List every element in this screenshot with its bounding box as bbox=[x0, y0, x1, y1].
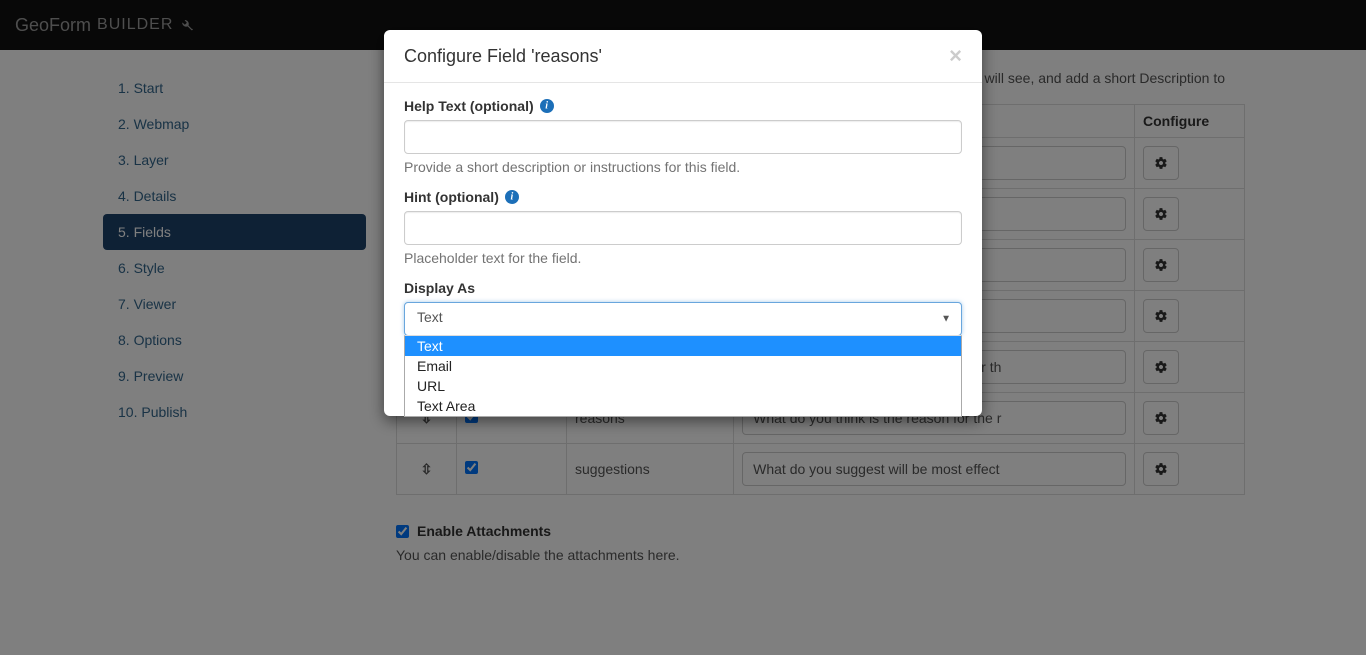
display-as-select[interactable]: Text ▼ bbox=[404, 302, 962, 336]
option-text[interactable]: Text bbox=[405, 336, 961, 356]
option-email[interactable]: Email bbox=[405, 356, 961, 376]
modal-title: Configure Field 'reasons' bbox=[404, 46, 602, 67]
chevron-down-icon: ▼ bbox=[941, 314, 951, 325]
modal-overlay[interactable]: Configure Field 'reasons' × Help Text (o… bbox=[0, 0, 1366, 655]
configure-field-modal: Configure Field 'reasons' × Help Text (o… bbox=[384, 30, 982, 416]
display-as-dropdown: Text Email URL Text Area bbox=[404, 335, 962, 417]
option-textarea[interactable]: Text Area bbox=[405, 396, 961, 416]
display-as-group: Display As Text ▼ Text Email URL Text Ar… bbox=[404, 280, 962, 336]
modal-body: Help Text (optional) Provide a short des… bbox=[384, 83, 982, 416]
hint-desc: Placeholder text for the field. bbox=[404, 250, 962, 266]
help-text-desc: Provide a short description or instructi… bbox=[404, 159, 962, 175]
hint-group: Hint (optional) Placeholder text for the… bbox=[404, 189, 962, 266]
help-text-input[interactable] bbox=[404, 120, 962, 154]
info-icon[interactable] bbox=[505, 190, 519, 204]
display-as-label: Display As bbox=[404, 280, 475, 296]
info-icon[interactable] bbox=[540, 99, 554, 113]
help-text-group: Help Text (optional) Provide a short des… bbox=[404, 98, 962, 175]
help-text-label: Help Text (optional) bbox=[404, 98, 534, 114]
modal-header: Configure Field 'reasons' × bbox=[384, 30, 982, 83]
hint-label: Hint (optional) bbox=[404, 189, 499, 205]
option-url[interactable]: URL bbox=[405, 376, 961, 396]
hint-input[interactable] bbox=[404, 211, 962, 245]
modal-close-button[interactable]: × bbox=[949, 45, 962, 67]
